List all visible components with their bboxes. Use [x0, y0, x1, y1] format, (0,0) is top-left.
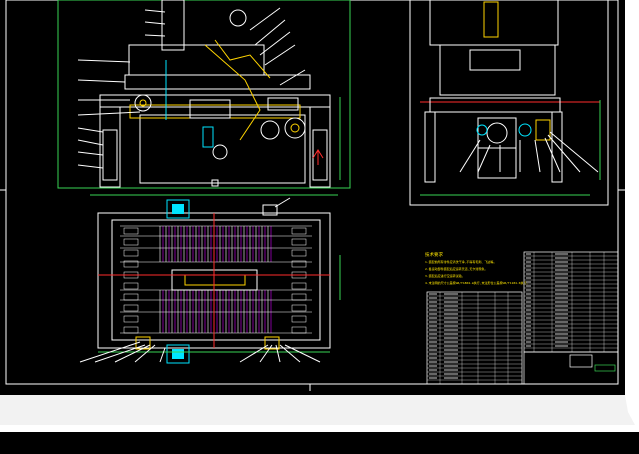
tech-note-line: 4.未注明的尺寸公差按GB/T1804-m执行,未注形位公差按GB/T1184-…	[425, 280, 530, 285]
tech-notes-heading: 技术要求	[425, 251, 443, 258]
tech-note-line: 2.各运动部件装配后应运转灵活,无卡滞现象。	[425, 266, 487, 271]
drawing-area	[0, 0, 625, 395]
tech-note-line: 3.装配后应进行空运转试验。	[425, 273, 465, 278]
tech-note-line: 1.装配前所有零件应清洗干净,不得有毛刺、飞边等。	[425, 259, 496, 264]
cad-drawing-canvas: 技术要求 1.装配前所有零件应清洗干净,不得有毛刺、飞边等。 2.各运动部件装配…	[0, 0, 639, 454]
motor-top-fill	[172, 204, 184, 214]
cad-drawing: 技术要求 1.装配前所有零件应清洗干净,不得有毛刺、飞边等。 2.各运动部件装配…	[0, 0, 639, 454]
next-sheet-edge	[0, 432, 639, 454]
paper-curl	[0, 395, 635, 425]
motor-bottom-fill	[172, 349, 184, 359]
